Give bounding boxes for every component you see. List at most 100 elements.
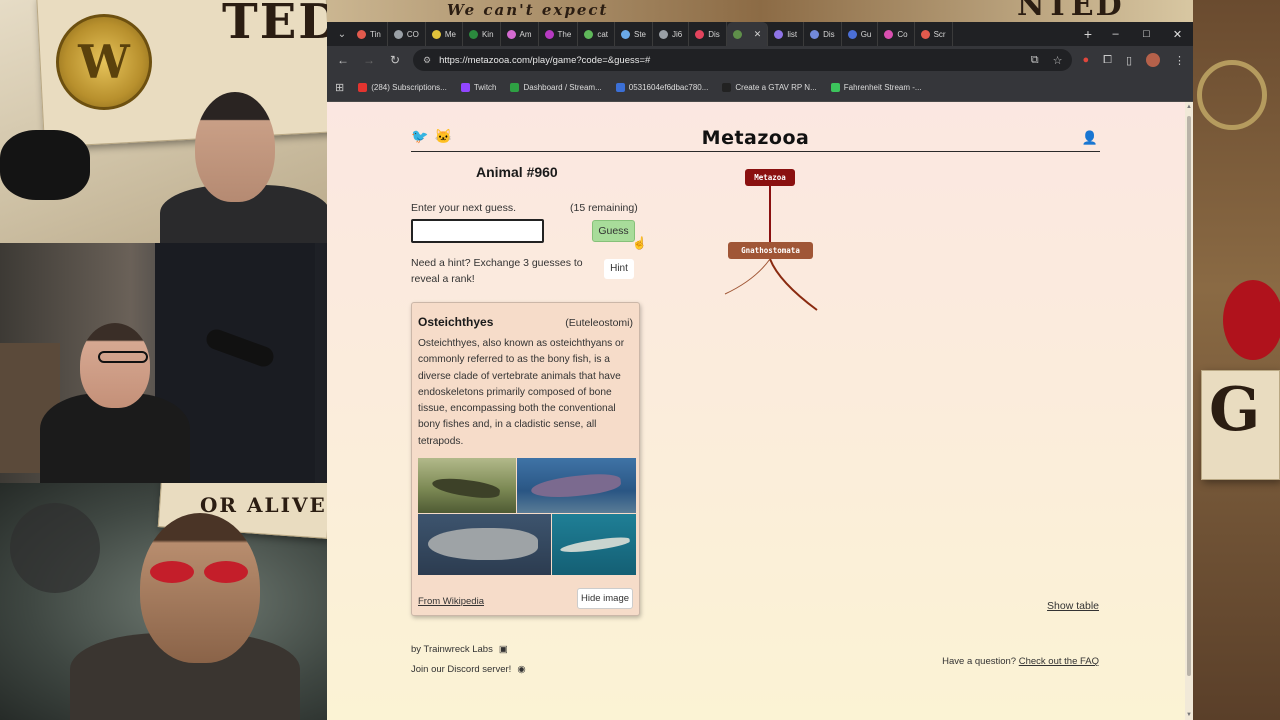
bookmark-item[interactable]: Dashboard / Stream... (510, 83, 602, 92)
ublock-icon[interactable]: ● (1082, 54, 1089, 66)
streamer-head (80, 323, 150, 408)
bookmark-item[interactable]: Create a GTAV RP N... (722, 83, 817, 92)
maximize-button[interactable]: □ (1131, 28, 1162, 41)
bookmark-item[interactable]: Twitch (460, 83, 496, 92)
guess-button[interactable]: Guess (592, 220, 635, 242)
tab-favicon-icon (584, 29, 594, 39)
bookmark-label: (284) Subscriptions... (371, 83, 447, 92)
forward-arrow-icon[interactable]: → (361, 53, 377, 67)
taxon-info-card: Osteichthyes (Euteleostomi) Osteichthyes… (411, 302, 640, 616)
tab-favicon-icon (620, 29, 630, 39)
extensions-puzzle-icon[interactable]: ⧠ (1103, 54, 1112, 67)
character-panel-bottom: OR ALIVE (0, 483, 327, 720)
tab-favicon-icon (810, 29, 820, 39)
character-panel-top: TED W (0, 0, 327, 243)
browser-tab[interactable]: Co (878, 22, 915, 46)
bookmark-favicon-icon (460, 83, 470, 92)
red-seal-icon (1223, 280, 1280, 360)
window-controls: – □ ✕ (1100, 28, 1193, 41)
back-arrow-icon[interactable]: ← (335, 53, 351, 67)
site-info-icon[interactable]: ⚙ (423, 55, 431, 66)
browser-tab[interactable]: Kin (463, 22, 501, 46)
browser-tab[interactable]: ✕ (726, 22, 769, 46)
minimize-button[interactable]: – (1100, 28, 1131, 41)
animal-number-title: Animal #960 (476, 164, 558, 180)
browser-tab[interactable]: list (768, 22, 805, 46)
bookmark-star-icon[interactable]: ☆ (1053, 54, 1063, 67)
address-bar[interactable]: ⚙ https://metazooa.com/play/game?code=&g… (413, 49, 1073, 71)
url-text[interactable]: https://metazooa.com/play/game?code=&gue… (439, 55, 650, 66)
hint-button[interactable]: Hint (604, 259, 634, 279)
guess-input[interactable] (411, 219, 544, 243)
guesses-remaining: (15 remaining) (570, 202, 638, 214)
faq-link[interactable]: Check out the FAQ (1019, 656, 1099, 667)
close-window-button[interactable]: ✕ (1162, 28, 1193, 41)
bookmark-label: Fahrenheit Stream -... (843, 83, 922, 92)
tree-branch-main (769, 258, 818, 311)
browser-tab[interactable]: Ste (615, 22, 653, 46)
browser-tab[interactable]: Me (426, 22, 463, 46)
webcam-panel (0, 243, 327, 483)
profile-avatar[interactable] (1146, 53, 1160, 67)
bookmark-favicon-icon (615, 83, 625, 92)
bookmark-item[interactable]: (284) Subscriptions... (358, 83, 447, 92)
taxon-name: Osteichthyes (418, 315, 494, 329)
browser-tab[interactable]: Gu (842, 22, 879, 46)
poster-side-text: G (1209, 375, 1263, 445)
footer-credit-text[interactable]: by Trainwreck Labs (411, 644, 493, 655)
poster-top-text: We can't expect (447, 1, 609, 19)
poster-right-text: NTED (1017, 0, 1124, 23)
padlock-icon (1197, 60, 1267, 130)
tab-favicon-icon (393, 29, 403, 39)
browser-tab[interactable]: cat (578, 22, 615, 46)
page-viewport: 🐦 🐱 Metazooa 👤 Animal #960 Enter your ne… (327, 102, 1185, 720)
browser-tab[interactable]: Ji6 (653, 22, 690, 46)
menu-kebab-icon[interactable]: ⋮ (1174, 54, 1185, 67)
black-bow (0, 130, 90, 200)
trainwreck-labs-icon: ▣ (498, 644, 508, 655)
browser-tab[interactable]: Dis (804, 22, 842, 46)
browser-tab[interactable]: Tin (351, 22, 388, 46)
close-tab-icon[interactable]: ✕ (754, 29, 762, 40)
new-tab-button[interactable]: + (1076, 26, 1100, 42)
tab-label: Scr (933, 29, 946, 39)
tab-favicon-icon (774, 29, 784, 39)
wikipedia-link[interactable]: From Wikipedia (418, 596, 484, 607)
bookmarks-bar: ⊞ (284) Subscriptions... Twitch Dashboard … (327, 74, 1193, 102)
taxon-description: Osteichthyes, also known as osteichthyan… (418, 338, 625, 447)
scroll-up-icon[interactable]: ▲ (1186, 104, 1192, 110)
scroll-down-icon[interactable]: ▼ (1186, 712, 1192, 718)
lungfish-image (418, 458, 516, 513)
discord-link[interactable]: Join our Discord server! (411, 664, 511, 675)
tree-node-root[interactable]: Metazoa (745, 169, 795, 186)
browser-tab[interactable]: Dis (689, 22, 727, 46)
install-app-icon[interactable]: ⧉ (1031, 54, 1039, 67)
footer-discord: Join our Discord server! ◉ (411, 664, 526, 675)
faq-line: Have a question? Check out the FAQ (942, 656, 1099, 667)
right-decoration: G (1193, 0, 1280, 720)
user-account-icon[interactable]: 👤 (1082, 130, 1098, 146)
browser-tab[interactable]: CO (388, 22, 426, 46)
page-scrollbar[interactable]: ▲ ▼ (1185, 102, 1193, 720)
browser-tab[interactable]: Scr (915, 22, 953, 46)
tab-label: Dis (823, 29, 835, 39)
scrollbar-thumb[interactable] (1187, 116, 1191, 676)
taxon-image-grid (418, 458, 636, 575)
apps-grid-icon[interactable]: ⊞ (335, 81, 344, 94)
footer-credit: by Trainwreck Labs ▣ (411, 644, 508, 655)
guess-prompt-label: Enter your next guess. (411, 202, 517, 214)
side-panel-icon[interactable]: ▯ (1126, 54, 1132, 67)
browser-tab[interactable]: Am (501, 22, 539, 46)
tab-search-chevron-icon[interactable]: ⌄ (333, 29, 351, 40)
bookmark-item[interactable]: Fahrenheit Stream -... (830, 83, 922, 92)
browser-toolbar: ← → ↻ ⚙ https://metazooa.com/play/game?c… (327, 46, 1193, 74)
hide-image-button[interactable]: Hide image (577, 588, 633, 609)
bookmark-item[interactable]: 0531604ef6dbac780... (615, 83, 708, 92)
toolbar-icons: ● ⧠ ▯ ⋮ (1082, 53, 1185, 67)
reload-icon[interactable]: ↻ (387, 53, 403, 67)
tree-node-child[interactable]: Gnathostomata (728, 242, 813, 259)
bookmark-favicon-icon (358, 83, 368, 92)
site-title[interactable]: Metazooa (411, 127, 1100, 149)
show-table-link[interactable]: Show table (1047, 600, 1099, 612)
browser-tab[interactable]: The (539, 22, 579, 46)
